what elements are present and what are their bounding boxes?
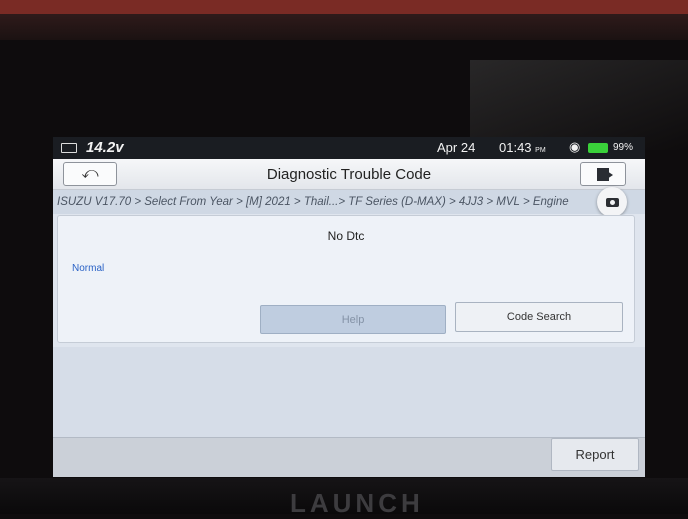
page-title: Diagnostic Trouble Code bbox=[266, 166, 432, 183]
breadcrumb: ISUZU V17.70 > Select From Year > [M] 20… bbox=[53, 190, 645, 214]
device-case-edge bbox=[0, 0, 688, 14]
brand-logo: LAUNCH bbox=[290, 488, 424, 518]
status-bar: 14.2v Apr 24 01:43 PM ◉ 99% bbox=[53, 137, 645, 159]
wifi-icon: ◉ bbox=[569, 139, 581, 154]
status-time: 01:43 PM bbox=[499, 140, 546, 155]
bottom-toolbar: Report bbox=[53, 437, 645, 477]
battery-icon bbox=[588, 143, 608, 153]
exit-icon bbox=[597, 167, 613, 181]
dtc-result-panel: No Dtc Normal Help Code Search bbox=[57, 215, 635, 343]
title-bar: ⤺ Diagnostic Trouble Code bbox=[53, 159, 645, 190]
battery-voltage: 14.2v bbox=[86, 139, 124, 156]
report-button[interactable]: Report bbox=[551, 438, 639, 471]
camera-icon bbox=[605, 197, 619, 207]
screenshot-button[interactable] bbox=[597, 187, 627, 217]
system-status: Normal bbox=[72, 263, 105, 274]
code-search-button[interactable]: Code Search bbox=[455, 302, 623, 332]
battery-percent: 99% bbox=[613, 142, 634, 153]
content-area bbox=[53, 347, 645, 437]
help-button[interactable]: Help bbox=[260, 305, 446, 334]
status-date: Apr 24 bbox=[437, 140, 476, 155]
device-screen: 14.2v Apr 24 01:43 PM ◉ 99% ⤺ Diagnostic… bbox=[53, 137, 645, 477]
dtc-message: No Dtc bbox=[327, 229, 365, 243]
exit-button[interactable] bbox=[580, 162, 626, 186]
vehicle-battery-icon bbox=[61, 143, 77, 153]
